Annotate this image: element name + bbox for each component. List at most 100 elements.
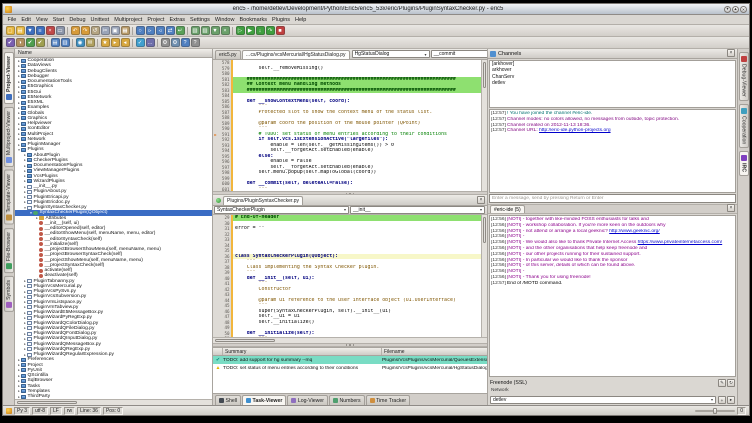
step-button[interactable]: ↓ [256,26,265,35]
close-project-button[interactable]: × [221,26,230,35]
save-all-button[interactable]: ≡ [36,26,45,35]
edit-network-button[interactable]: ✎ [718,379,726,387]
check-syntax-button[interactable]: ✔ [26,38,35,47]
scrollbar-thumb[interactable] [483,217,486,243]
close-file-button[interactable]: × [46,26,55,35]
maximize-button[interactable]: ▴ [732,6,739,13]
zoom-slider[interactable] [695,410,735,412]
minimize-button[interactable]: ▾ [724,6,731,13]
revert-button[interactable]: ↺ [91,26,100,35]
open-project-button[interactable]: ▨ [201,26,210,35]
separator[interactable] [157,39,158,47]
join-channel-button[interactable]: ▸ [727,396,735,404]
search-next-button[interactable]: ▹ [146,26,155,35]
source-nav-combo[interactable]: __init__ [350,206,485,214]
irc-user[interactable]: detlev [490,80,735,86]
bottom-tab[interactable]: Time Tracker [366,395,411,405]
tree-column-header[interactable]: Name [15,49,212,58]
mail-button[interactable]: ✉ [86,38,95,47]
add-channel-button[interactable]: + [718,396,726,404]
bookmark-toggle-button[interactable]: ★ [101,38,110,47]
whats-this-button[interactable]: ? [191,38,200,47]
message-link[interactable]: http://www.geeknic.org/ [609,229,660,234]
nick-combo[interactable]: detlev [490,396,716,404]
cut-button[interactable]: ✂ [101,26,110,35]
column-header-filename[interactable]: Filename [382,348,487,355]
bookmark-prev-button[interactable]: ◂ [121,38,130,47]
titlebar[interactable]: eric5 - /home/detlev/Development/Python/… [3,4,749,15]
help-button[interactable]: ? [181,38,190,47]
hide-irc-panel-button[interactable]: × [727,49,735,57]
scrollbar-thumb[interactable] [17,401,77,404]
editor-hscrollbar[interactable] [213,337,487,343]
left-sidebar-tab[interactable]: Project-Viewer [4,52,14,104]
left-sidebar-tab[interactable]: Multiproject-Viewer [4,107,14,167]
scrollbar-thumb[interactable] [215,339,275,342]
autocomplete-button[interactable]: … [146,38,155,47]
menu-item[interactable]: Settings [188,17,213,23]
menu-item[interactable]: Window [212,17,237,23]
preferences-button[interactable]: ⚙ [171,38,180,47]
menu-item[interactable]: Project [145,17,167,23]
editor-vscrollbar[interactable] [481,215,487,337]
run-script-button[interactable]: ▷ [236,26,245,35]
unittest-button[interactable]: ✔ [6,38,15,47]
code-line[interactable]: 601 """ [213,187,487,192]
replace-button[interactable]: ⇄ [166,26,175,35]
menu-item[interactable]: Extras [167,17,188,23]
close-button[interactable]: × [740,6,747,13]
save-file-button[interactable]: ▼ [26,26,35,35]
separator[interactable] [132,27,133,35]
documentation-button[interactable]: ▤ [51,38,60,47]
editor-tab[interactable]: eric5.py [215,50,241,59]
menu-item[interactable]: Start [50,17,67,23]
source-nav-combo[interactable]: HgStatusDialog [352,50,430,58]
spell-check-button[interactable]: ✓ [136,38,145,47]
scrollbar-thumb[interactable] [483,62,486,88]
menu-item[interactable]: File [5,17,19,23]
separator[interactable] [232,27,233,35]
right-sidebar-tab[interactable]: Debug-Viewer [739,52,749,101]
bookmark-next-button[interactable]: ▸ [111,38,120,47]
menu-item[interactable]: Edit [19,17,33,23]
separator[interactable] [187,27,188,35]
stop-button[interactable]: ■ [276,26,285,35]
goto-line-button[interactable]: ↵ [176,26,185,35]
copy-button[interactable]: ▣ [111,26,120,35]
search-prev-button[interactable]: ◃ [156,26,165,35]
bottom-tab[interactable]: Task-Viewer [242,395,286,405]
right-sidebar-tab[interactable]: IRC [739,151,749,176]
check-style-button[interactable]: ✔ [36,38,45,47]
new-file-button[interactable]: ▢ [6,26,15,35]
bottom-tab[interactable]: Numbers [329,395,365,405]
menu-item[interactable]: Plugins [269,17,292,23]
column-header-summary[interactable]: Summary [223,348,382,355]
source-nav-combo[interactable]: SyntaxCheckerPlugin [214,206,349,214]
open-file-button[interactable]: ▤ [16,26,25,35]
task-row[interactable]: ▲ TODO: set status of menu entries accor… [213,364,487,372]
print-button[interactable]: ▭ [56,26,65,35]
leave-channel-button[interactable]: × [727,204,735,212]
right-sidebar-tab[interactable]: Cooperation [739,104,749,148]
left-sidebar-tab[interactable]: Symbols [4,276,14,312]
step-over-button[interactable]: ↷ [266,26,275,35]
web-browser-button[interactable]: ◉ [76,38,85,47]
zoom-slider-thumb[interactable] [713,408,717,414]
task-row[interactable]: ✔ TODO: add support for hg summary --mq … [213,356,487,364]
menu-item[interactable]: Multiproject [112,17,145,23]
irc-message-input[interactable] [489,194,736,203]
undo-button[interactable]: ↶ [71,26,80,35]
tree-hscrollbar[interactable] [15,399,212,405]
separator[interactable] [67,27,68,35]
plugin-infos-button[interactable]: ⚙ [161,38,170,47]
api-button[interactable]: ▥ [61,38,70,47]
redo-button[interactable]: ↷ [81,26,90,35]
editor-tab[interactable]: …cs/Plugins/vcsMercurial/HgStatusDialog.… [242,50,350,59]
editor-vscrollbar[interactable] [481,60,487,191]
profile-button[interactable]: ◑ [16,38,25,47]
editor-tab[interactable]: Plugins/PluginSyntaxChecker.py [223,196,303,205]
menu-item[interactable]: Help [293,17,309,23]
save-project-button[interactable]: ▼ [211,26,220,35]
menu-item[interactable]: Bookmarks [237,17,270,23]
menu-item[interactable]: Debug [67,17,88,23]
